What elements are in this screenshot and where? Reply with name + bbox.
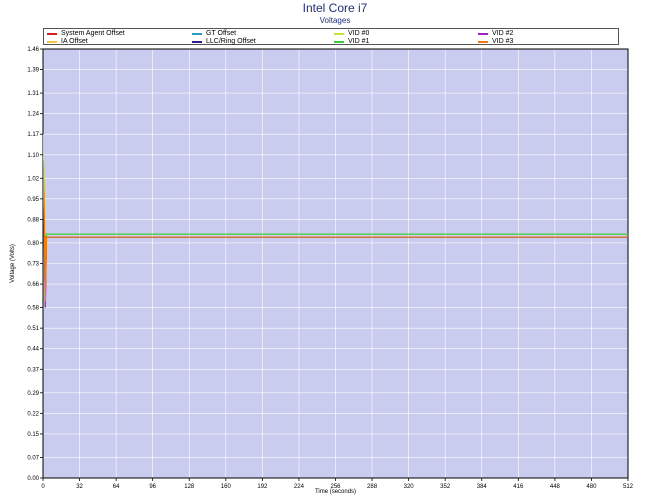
y-tick-label: 1.24 [27,112,39,118]
x-tick-label: 32 [76,484,83,490]
y-axis-label: Voltage (Volts) [10,244,16,283]
x-tick-label: 192 [257,484,268,490]
x-tick-label: 384 [477,484,488,490]
y-tick-label: 0.22 [27,411,39,417]
x-tick-label: 416 [513,484,524,490]
y-tick-label: 0.66 [27,282,39,288]
y-tick-label: 0.44 [27,347,39,353]
x-tick-label: 0 [41,484,45,490]
y-tick-label: 1.46 [27,47,39,53]
x-tick-label: 480 [586,484,597,490]
y-tick-label: 1.31 [27,91,39,97]
y-tick-label: 1.39 [27,68,39,74]
x-axis-label: Time (seconds) [315,489,356,495]
y-tick-label: 0.29 [27,391,39,397]
y-tick-label: 1.10 [27,153,39,159]
x-tick-label: 512 [623,484,634,490]
y-tick-label: 0.80 [27,241,39,247]
x-tick-label: 352 [440,484,451,490]
y-tick-label: 0.51 [27,326,39,332]
x-tick-label: 128 [184,484,195,490]
y-tick-label: 0.73 [27,262,39,268]
x-tick-label: 64 [113,484,120,490]
line-chart: 0.00 0.07 0.15 0.22 0.29 0.37 0.44 0.51 0.58 0.66… [10,47,634,495]
x-tick-label: 160 [221,484,232,490]
x-tick-label: 96 [149,484,156,490]
y-tick-label: 0.88 [27,217,39,223]
x-tick-label: 288 [367,484,378,490]
y-tick-label: 0.37 [27,367,39,373]
x-tick-label: 320 [404,484,415,490]
y-tick-label: 0.15 [27,432,39,438]
y-tick-label: 0.95 [27,197,39,203]
x-tick-label: 448 [550,484,561,490]
y-tick-label: 0.00 [27,476,39,482]
x-tick-label: 224 [294,484,305,490]
y-tick-label: 1.02 [27,176,39,182]
y-tick-label: 0.07 [27,455,39,461]
y-tick-label: 1.17 [27,132,39,138]
y-tick-label: 0.58 [27,306,39,312]
